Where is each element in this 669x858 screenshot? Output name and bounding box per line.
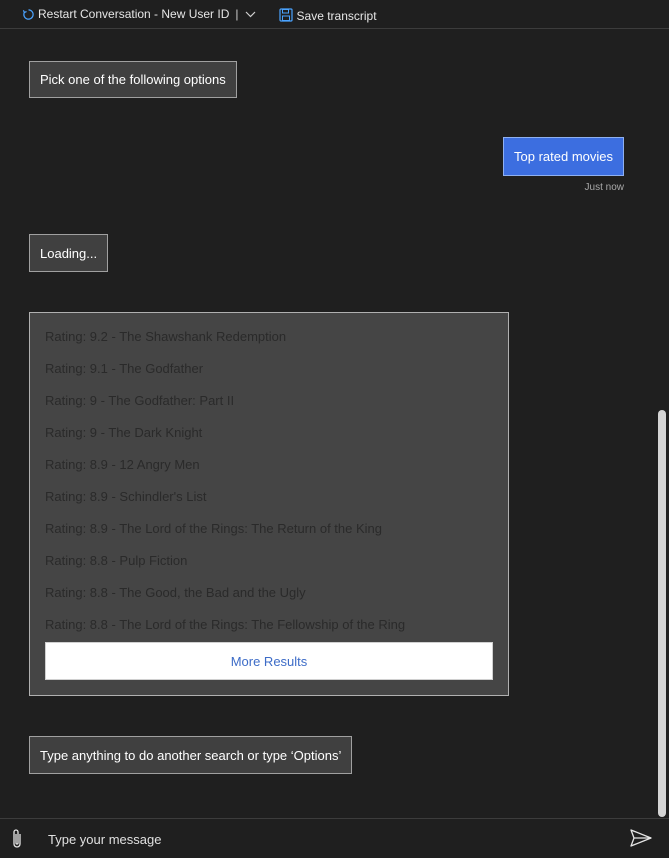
result-item: Rating: 8.8 - The Lord of the Rings: The… [45, 617, 406, 632]
restart-icon [22, 8, 34, 20]
save-transcript-button[interactable]: Save transcript [278, 5, 377, 23]
save-transcript-label: Save transcript [296, 8, 377, 23]
attach-button[interactable] [9, 828, 25, 855]
results-list: Rating: 9.2 - The Shawshank Redemption R… [45, 321, 493, 641]
send-button[interactable] [630, 829, 652, 852]
result-item: Rating: 8.9 - 12 Angry Men [45, 457, 200, 472]
emulator-window: Restart Conversation - New User ID | Sav… [0, 0, 669, 858]
result-item: Rating: 9 - The Godfather: Part II [45, 393, 235, 408]
paperclip-icon [13, 829, 21, 848]
results-card: Rating: 9.2 - The Shawshank Redemption R… [29, 312, 509, 696]
send-icon [630, 829, 652, 847]
bot-message-options-prompt: Pick one of the following options [29, 61, 237, 98]
result-item: Rating: 9 - The Dark Knight [45, 425, 203, 440]
result-item: Rating: 8.9 - Schindler's List [45, 489, 207, 504]
restart-conversation-label: Restart Conversation - New User ID [38, 7, 230, 21]
bot-message-search-again: Type anything to do another search or ty… [29, 736, 353, 774]
result-item: Rating: 8.9 - The Lord of the Rings: The… [45, 521, 382, 536]
chat-transcript[interactable]: Pick one of the following options Top ra… [0, 30, 669, 817]
result-item: Rating: 8.8 - Pulp Fiction [45, 553, 188, 568]
result-item: Rating: 8.8 - The Good, the Bad and the … [45, 585, 306, 600]
toolbar-separator: | [235, 7, 239, 21]
message-input[interactable] [40, 825, 600, 853]
result-item: Rating: 9.2 - The Shawshank Redemption [45, 329, 287, 344]
save-icon [278, 8, 293, 22]
toolbar: Restart Conversation - New User ID | Sav… [0, 0, 669, 29]
message-timestamp: Just now [584, 182, 624, 193]
chevron-down-icon [245, 11, 255, 17]
bot-message-loading: Loading... [29, 234, 109, 272]
user-message-top-rated-movies: Top rated movies [503, 137, 624, 176]
restart-conversation-button[interactable]: Restart Conversation - New User ID [22, 0, 229, 29]
more-results-button[interactable]: More Results [45, 642, 493, 680]
send-box [0, 818, 669, 858]
transcript-scrollbar[interactable] [658, 410, 666, 817]
result-item: Rating: 9.1 - The Godfather [45, 361, 204, 376]
restart-options-dropdown[interactable] [245, 11, 256, 18]
